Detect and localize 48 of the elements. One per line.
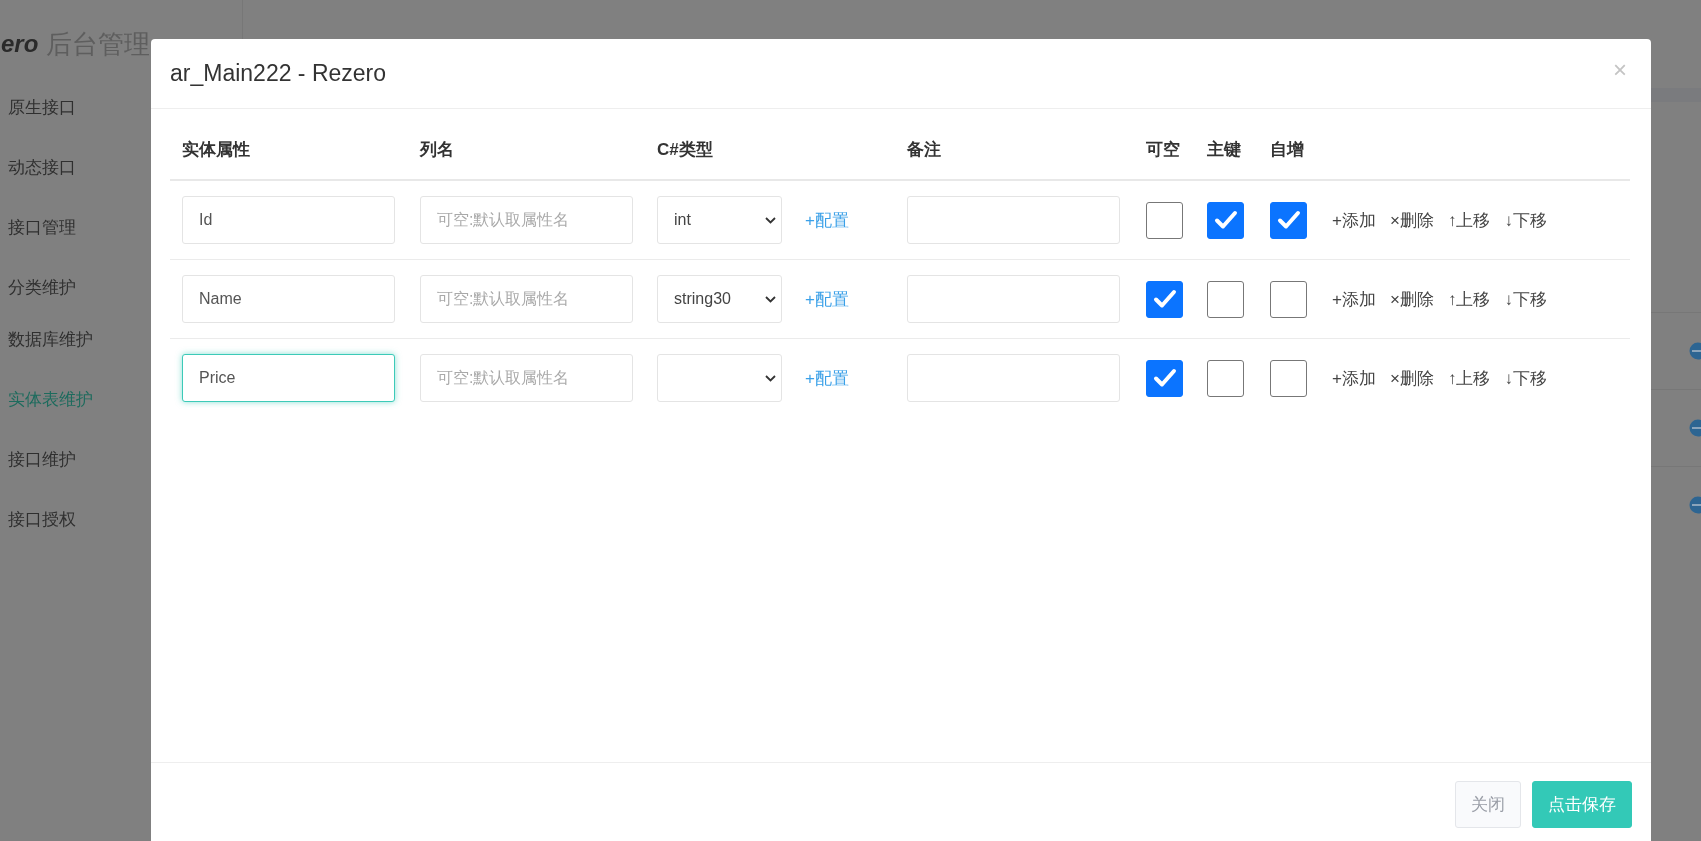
type-select[interactable]: int [657,196,782,244]
row-action-link[interactable]: ↑上移 [1447,366,1491,390]
row-action-link[interactable]: ↓下移 [1504,287,1547,311]
column-name-field[interactable]: 可空:默认取属性名 [420,354,633,402]
check-icon [1151,367,1178,389]
row-action-link[interactable]: ↓下移 [1504,208,1547,232]
row-action-link[interactable]: ×删除 [1389,208,1434,232]
row-action-link[interactable]: +添加 [1332,366,1376,390]
row-action-link[interactable]: ↑上移 [1447,287,1491,311]
check-icon [1212,209,1239,231]
checkbox[interactable] [1146,201,1183,239]
type-select[interactable]: string30 [657,275,782,323]
column-name-field[interactable]: 可空:默认取属性名 [420,196,633,244]
row-action-link[interactable]: ↓下移 [1504,366,1547,390]
chevron-icon [765,374,776,382]
row-action-link[interactable]: ↑上移 [1447,208,1491,232]
checkbox[interactable] [1207,201,1244,239]
row-action-link[interactable]: ×删除 [1389,287,1434,311]
check-icon [1275,209,1302,231]
checkbox[interactable] [1146,280,1183,318]
checkbox[interactable] [1146,359,1183,397]
checkbox[interactable] [1270,280,1307,318]
row-action-link[interactable]: ×删除 [1389,366,1434,390]
logo-text: ero [1,30,39,58]
checkbox[interactable] [1270,359,1307,397]
row-action-link[interactable]: +添加 [1332,208,1376,232]
checkbox[interactable] [1207,280,1244,318]
column-header: 列名 [418,138,455,161]
remark-field[interactable] [907,275,1120,323]
column-header: 可空 [1145,138,1181,161]
column-name-field[interactable]: 可空:默认取属性名 [420,275,633,323]
dialog-title: ar_Main222 - Rezero [170,60,387,87]
row-action-link[interactable]: +添加 [1332,287,1376,311]
remark-field[interactable] [907,354,1120,402]
column-header: 实体属性 [181,138,251,161]
remark-field[interactable] [907,196,1120,244]
column-header: C#类型 [656,138,714,161]
column-header: 备注 [906,138,942,161]
checkbox[interactable] [1207,359,1244,397]
chevron-icon [765,216,776,224]
chevron-icon [765,295,776,303]
check-icon [1151,288,1178,310]
property-field[interactable]: Id [182,196,395,244]
checkbox[interactable] [1270,201,1307,239]
column-header: 自增 [1269,138,1305,161]
property-field[interactable]: Price [182,354,395,402]
column-header: 主键 [1206,138,1242,161]
property-field[interactable]: Name [182,275,395,323]
